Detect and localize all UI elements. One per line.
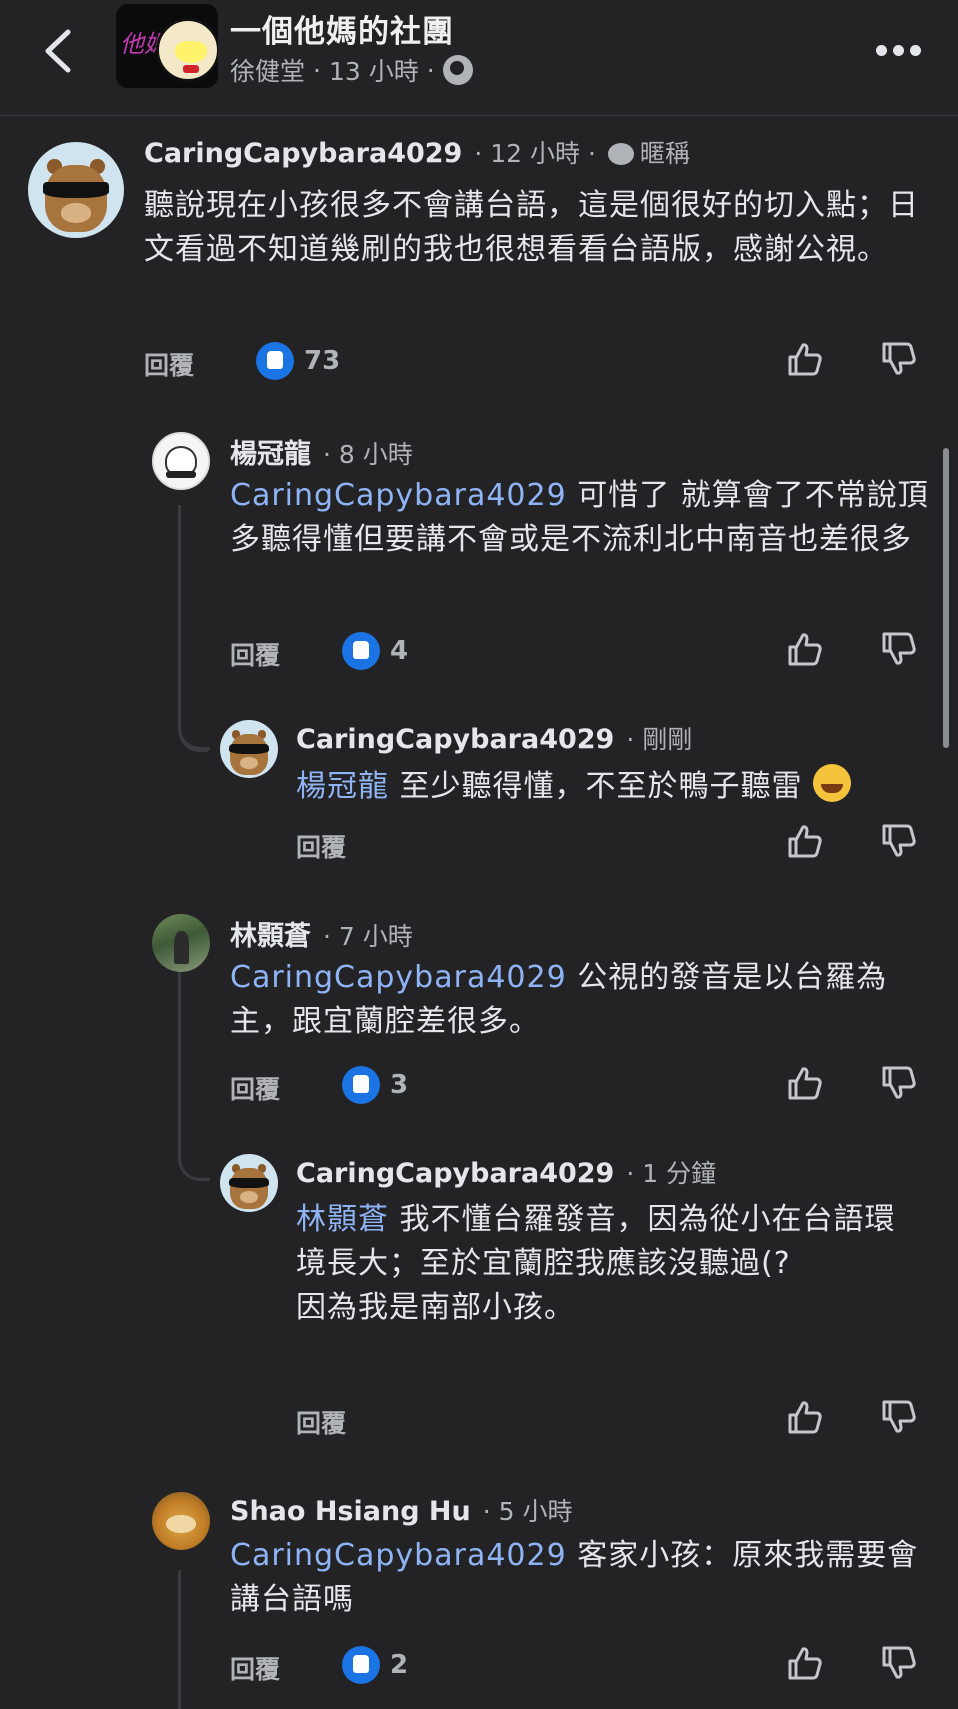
comment-author[interactable]: Shao Hsiang Hu (230, 1496, 471, 1527)
thumbs-down-icon[interactable] (880, 340, 918, 378)
comment-author[interactable]: CaringCapybara4029 (144, 138, 462, 169)
like-reaction-icon (342, 632, 380, 670)
thumbs-up-icon[interactable] (786, 1644, 824, 1682)
reply-button[interactable]: 回覆 (230, 1650, 280, 1686)
comment-time: · 5 小時 (482, 1497, 573, 1526)
thumbs-down-icon[interactable] (880, 1064, 918, 1102)
like-count[interactable]: 3 (390, 1070, 408, 1100)
comment-text: CaringCapybara4029 可惜了 就算會了不常說頂多聽得懂但要講不會… (230, 474, 930, 562)
mention-link[interactable]: CaringCapybara4029 (230, 1538, 567, 1573)
reply-button[interactable]: 回覆 (144, 346, 194, 382)
comment-body-line2: 因為我是南部小孩。 (296, 1290, 575, 1325)
avatar[interactable] (28, 142, 124, 238)
mention-link[interactable]: CaringCapybara4029 (230, 960, 567, 995)
comment-time: · 8 小時 (323, 440, 413, 469)
comment-author[interactable]: 楊冠龍 (230, 432, 311, 471)
comment-reply: 林顥蒼 · 7 小時 CaringCapybara4029 公視的發音是以台羅為… (0, 902, 958, 1112)
mention-link[interactable]: CaringCapybara4029 (230, 478, 567, 513)
thumbs-up-icon[interactable] (786, 630, 824, 668)
like-reaction-icon (256, 342, 294, 380)
nickname-tag: 暱稱 (639, 139, 690, 168)
comment-body: 至少聽得懂，不至於鴨子聽雷 (389, 769, 803, 804)
comment-time: · 1 分鐘 (626, 1159, 717, 1188)
post-meta: 徐健堂 · 13 小時 · (230, 52, 473, 88)
post-time: 13 小時 (328, 57, 419, 86)
avatar[interactable] (152, 914, 210, 972)
like-count[interactable]: 4 (390, 636, 408, 666)
thumbs-up-icon[interactable] (786, 822, 824, 860)
reply-button[interactable]: 回覆 (230, 1070, 280, 1106)
like-count[interactable]: 73 (304, 346, 340, 376)
mention-link[interactable]: 林顥蒼 (296, 1202, 389, 1237)
avatar[interactable] (220, 720, 278, 778)
like-reaction-icon (342, 1646, 380, 1684)
thumbs-down-icon[interactable] (880, 822, 918, 860)
globe-icon (442, 55, 473, 85)
more-icon[interactable] (876, 40, 924, 60)
mask-icon (607, 143, 634, 165)
comment-time: · 12 小時 · (474, 139, 596, 168)
mention-link[interactable]: 楊冠龍 (296, 769, 389, 804)
comment-reply: CaringCapybara4029 · 1 分鐘 林顥蒼 我不懂台羅發音，因為… (0, 1146, 958, 1438)
comment-author[interactable]: CaringCapybara4029 (296, 1158, 614, 1189)
comment-text: 聽說現在小孩很多不會講台語，這是個很好的切入點；日文看過不知道幾刷的我也很想看看… (144, 188, 919, 267)
comment-reply: CaringCapybara4029 · 剛剛 楊冠龍 至少聽得懂，不至於鴨子聽… (0, 712, 958, 862)
comment-author[interactable]: CaringCapybara4029 (296, 724, 614, 755)
chevron-left-icon[interactable] (38, 28, 78, 74)
separator: · (313, 55, 321, 85)
like-count[interactable]: 2 (390, 1650, 408, 1680)
group-name[interactable]: 一個他媽的社團 (230, 6, 454, 51)
comment-reply: Shao Hsiang Hu · 5 小時 CaringCapybara4029… (0, 1490, 958, 1709)
reply-button[interactable]: 回覆 (230, 636, 280, 672)
group-avatar[interactable]: 他媽 (116, 4, 218, 88)
reply-button[interactable]: 回覆 (296, 1404, 346, 1440)
comment-time: · 剛剛 (626, 725, 693, 754)
logo-mascot-icon (156, 18, 218, 82)
comment-author[interactable]: 林顥蒼 (230, 914, 311, 953)
avatar[interactable] (220, 1154, 278, 1212)
rolling-laughing-emoji (813, 764, 852, 802)
comment-text: CaringCapybara4029 客家小孩：原來我需要會講台語嗎 (230, 1534, 930, 1622)
thumbs-up-icon[interactable] (786, 1064, 824, 1102)
reply-button[interactable]: 回覆 (296, 828, 346, 864)
thumbs-up-icon[interactable] (786, 1398, 824, 1436)
thumbs-down-icon[interactable] (880, 630, 918, 668)
post-author[interactable]: 徐健堂 (230, 52, 305, 88)
separator: · (426, 55, 435, 85)
avatar[interactable] (152, 432, 210, 490)
comment-text: 楊冠龍 至少聽得懂，不至於鴨子聽雷 (296, 764, 936, 809)
post-header: 他媽 一個他媽的社團 徐健堂 · 13 小時 · (0, 0, 958, 116)
scrollbar[interactable] (943, 448, 949, 748)
thumbs-down-icon[interactable] (880, 1398, 918, 1436)
comment-text: 林顥蒼 我不懂台羅發音，因為從小在台語環境長大；至於宜蘭腔我應該沒聽過(? 因為… (296, 1198, 916, 1330)
comment: CaringCapybara4029 · 12 小時 · 暱稱 聽說現在小孩很多… (0, 130, 958, 380)
avatar[interactable] (152, 1492, 210, 1550)
thumbs-up-icon[interactable] (786, 340, 824, 378)
comment-time: · 7 小時 (323, 922, 413, 951)
comment-text: CaringCapybara4029 公視的發音是以台羅為主，跟宜蘭腔差很多。 (230, 956, 930, 1044)
like-reaction-icon (342, 1066, 380, 1104)
comment-reply: 楊冠龍 · 8 小時 CaringCapybara4029 可惜了 就算會了不常… (0, 420, 958, 680)
thumbs-down-icon[interactable] (880, 1644, 918, 1682)
